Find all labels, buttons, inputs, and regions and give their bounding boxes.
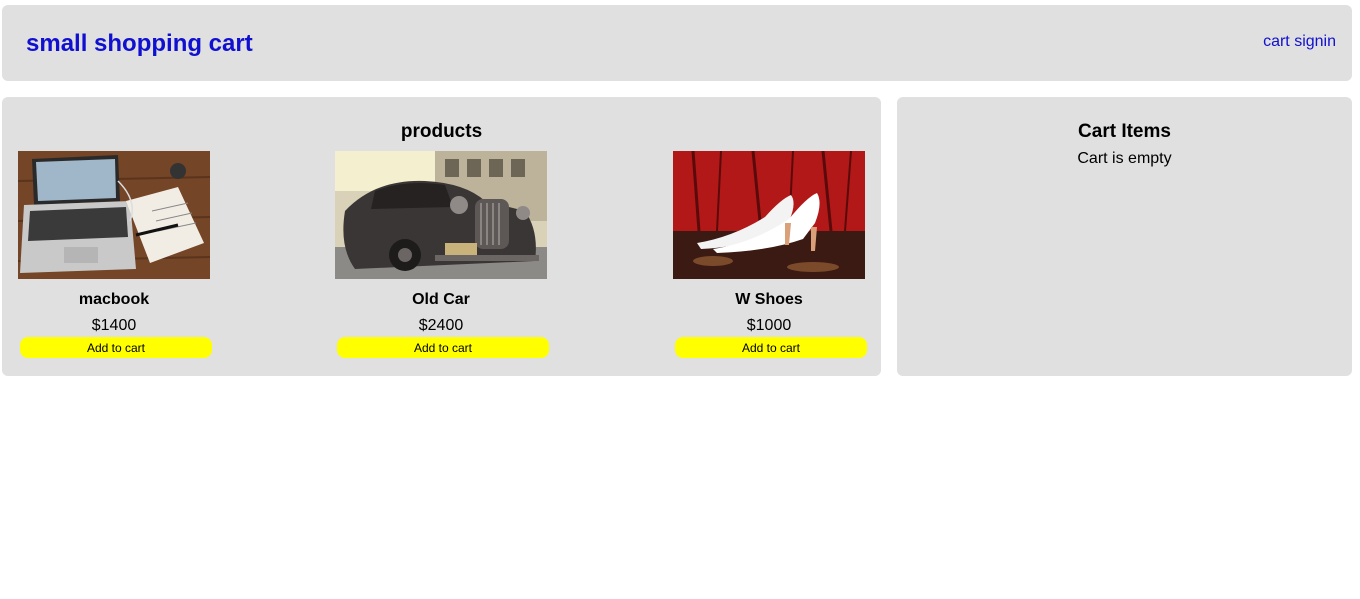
signin-link[interactable]: signin	[1294, 33, 1336, 50]
add-to-cart-button[interactable]: Add to cart	[20, 337, 212, 358]
product-name: W Shoes	[735, 291, 803, 308]
header-nav: cart signin	[1263, 33, 1336, 51]
cart-empty-message: Cart is empty	[1077, 150, 1172, 167]
product-name: macbook	[78, 291, 150, 308]
cart-link[interactable]: cart	[1263, 33, 1290, 50]
header-bar: small shopping cart cart signin	[2, 5, 1352, 81]
brand-link[interactable]: small shopping cart	[26, 30, 253, 58]
add-to-cart-button[interactable]: Add to cart	[337, 337, 549, 358]
product-name: Old Car	[412, 291, 470, 308]
product-image-w-shoes[interactable]	[673, 151, 865, 279]
product-price: $1400	[91, 317, 137, 334]
product-image-old-car[interactable]	[335, 151, 547, 279]
products-title: products	[400, 121, 483, 142]
product-price: $2400	[418, 317, 464, 334]
products-panel: products macbook $1400 Add to cart Old C…	[2, 97, 881, 376]
product-price: $1000	[746, 317, 792, 334]
add-to-cart-button[interactable]: Add to cart	[675, 337, 867, 358]
cart-title: Cart Items	[1078, 121, 1171, 142]
cart-panel: Cart Items Cart is empty	[897, 97, 1352, 376]
product-image-macbook[interactable]	[18, 151, 210, 279]
